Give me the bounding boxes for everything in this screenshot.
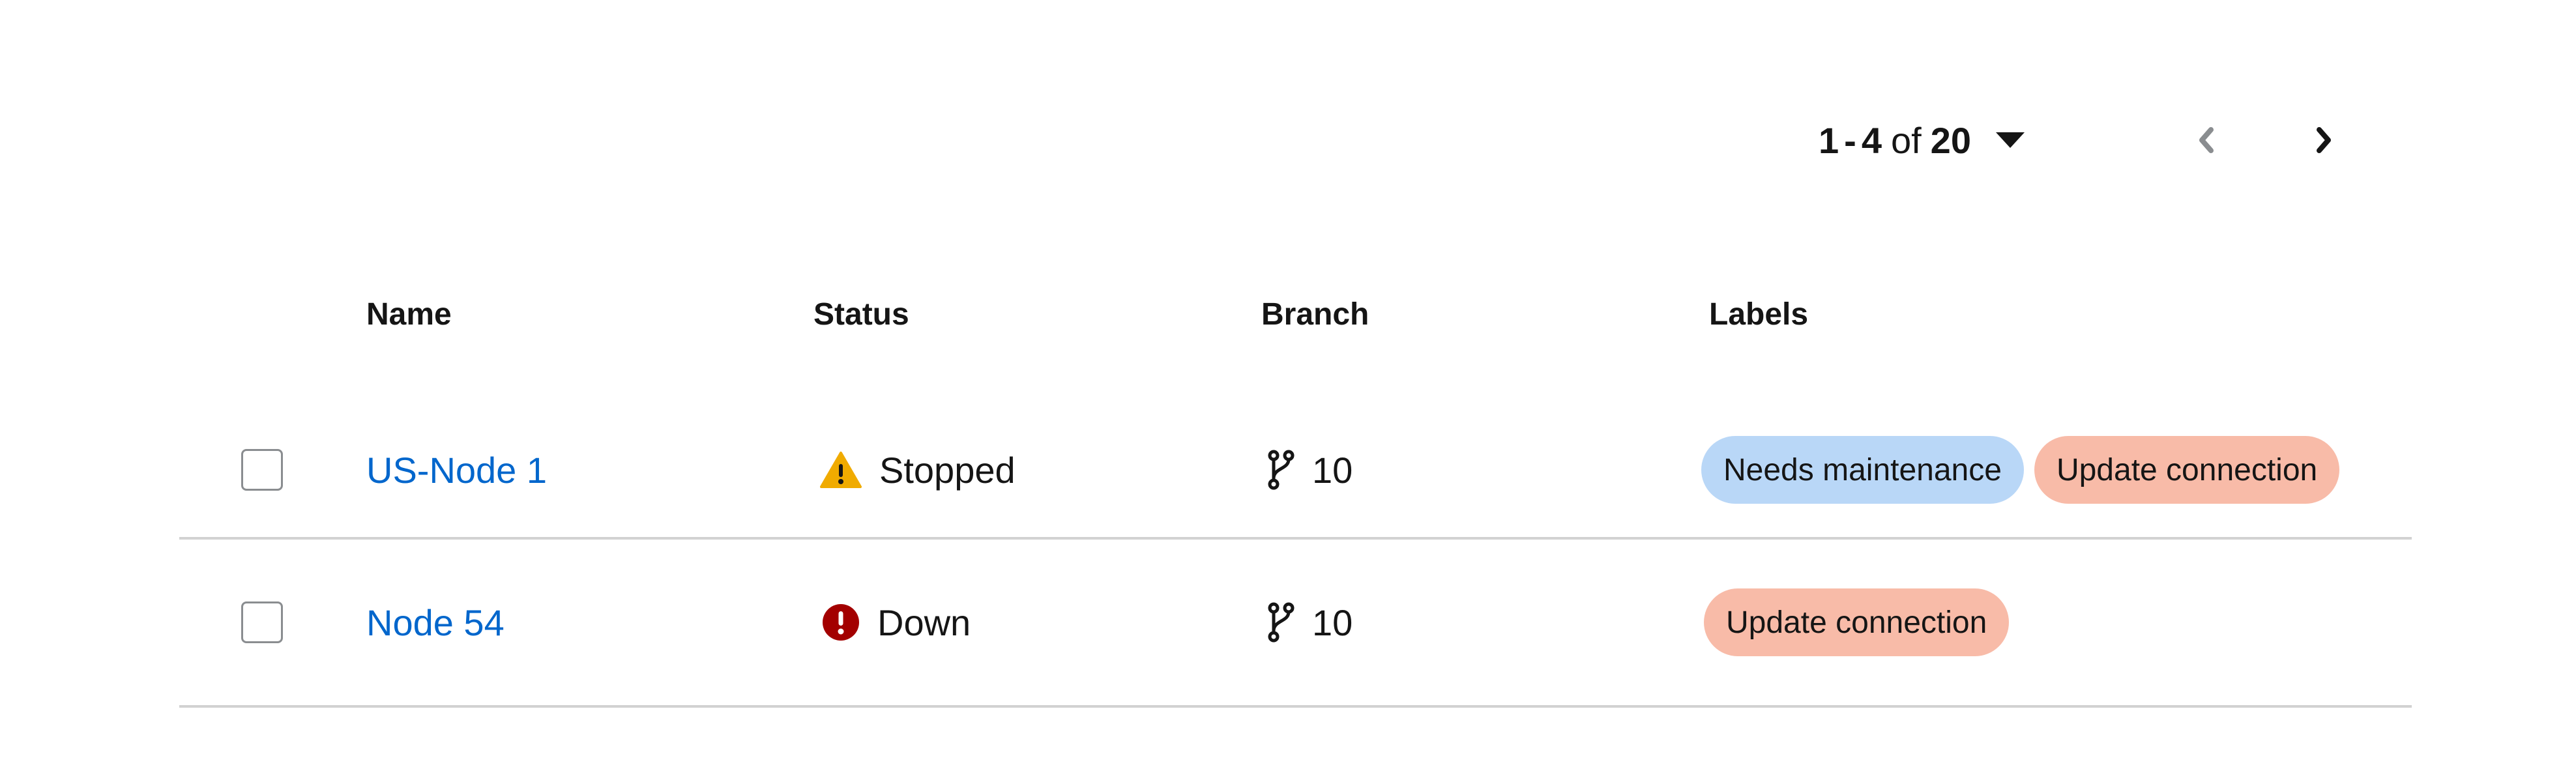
error-circle-icon xyxy=(821,603,860,642)
node-name-link[interactable]: US-Node 1 xyxy=(366,449,547,491)
label-update-connection[interactable]: Update connection xyxy=(1704,588,2010,656)
column-header-labels[interactable]: Labels xyxy=(1709,297,1808,332)
label-update-connection[interactable]: Update connection xyxy=(2034,436,2340,504)
chevron-left-icon xyxy=(2199,127,2214,153)
previous-page-button[interactable] xyxy=(2177,111,2236,169)
range-of: of xyxy=(1890,119,1922,161)
branch-count: 10 xyxy=(1312,449,1353,491)
table-header: Name Status Branch Labels xyxy=(179,261,2412,365)
warning-triangle-icon xyxy=(819,451,862,489)
code-branch-icon xyxy=(1266,602,1295,643)
column-header-branch[interactable]: Branch xyxy=(1261,297,1369,332)
caret-down-icon xyxy=(1995,132,2025,148)
node-name-link[interactable]: Node 54 xyxy=(366,601,505,644)
next-page-button[interactable] xyxy=(2294,111,2353,169)
code-branch-icon xyxy=(1266,450,1295,490)
column-header-status[interactable]: Status xyxy=(813,297,909,332)
nodes-table: Name Status Branch Labels US-Node 1 Stop… xyxy=(179,261,2412,708)
row-select-checkbox[interactable] xyxy=(241,601,283,643)
status-text: Down xyxy=(877,601,971,643)
range-end: 4 xyxy=(1861,119,1882,161)
status-text: Stopped xyxy=(879,449,1016,491)
branch-count: 10 xyxy=(1312,601,1353,643)
range-dash: - xyxy=(1844,119,1856,161)
pagination: 1 - 4 of 20 xyxy=(1819,111,2331,169)
pagination-range-toggle[interactable]: 1 - 4 of 20 xyxy=(1819,111,2025,169)
label-needs-maintenance[interactable]: Needs maintenance xyxy=(1701,436,2024,504)
table-row: Node 54 Down 10 Update connection xyxy=(179,540,2412,708)
column-header-name[interactable]: Name xyxy=(366,297,452,332)
row-select-checkbox[interactable] xyxy=(241,449,283,491)
range-total: 20 xyxy=(1930,119,1971,161)
range-start: 1 xyxy=(1819,119,1839,161)
chevron-right-icon xyxy=(2317,127,2331,153)
table-row: US-Node 1 Stopped 10 Needs maintenance U… xyxy=(179,403,2412,540)
